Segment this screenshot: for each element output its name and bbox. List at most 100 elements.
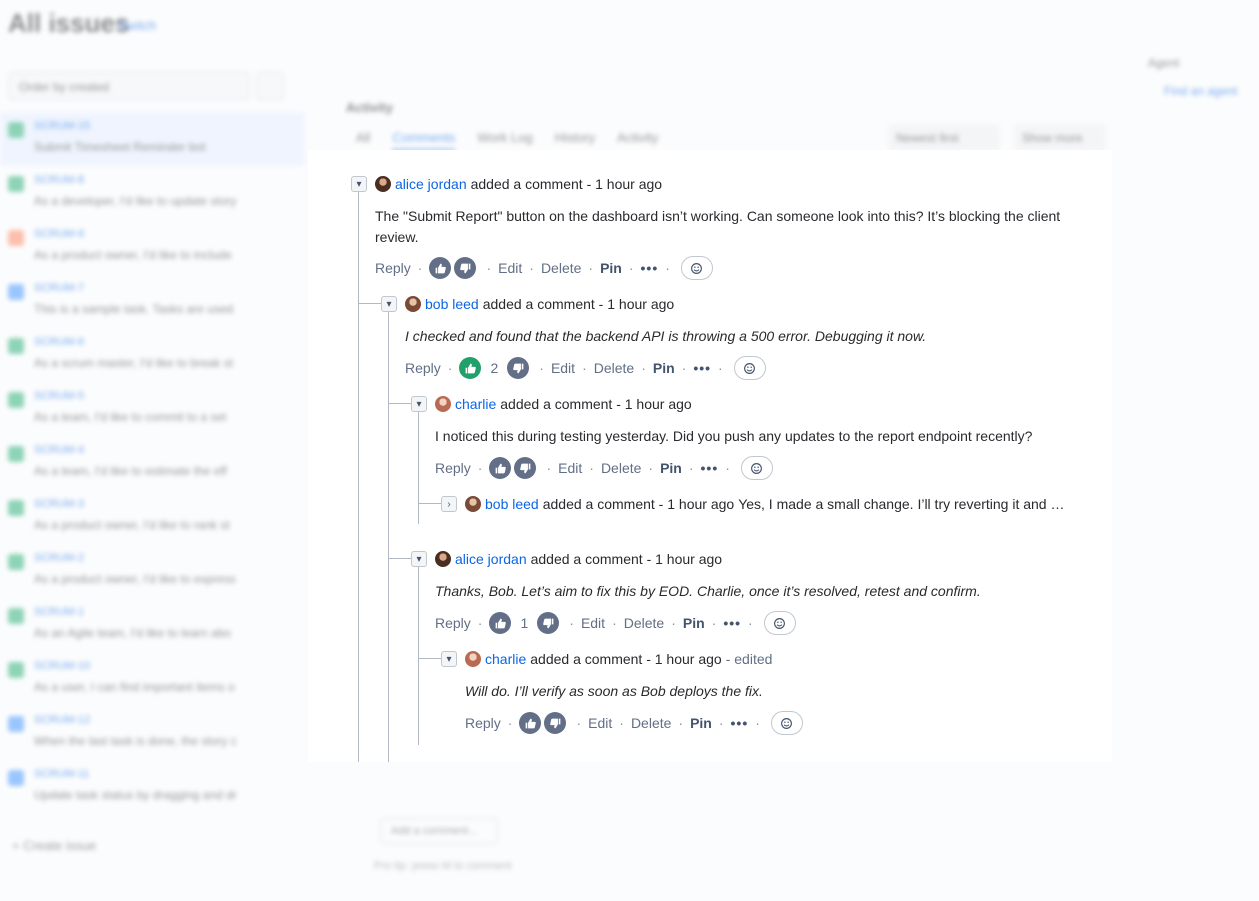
- thumbs-up-icon[interactable]: [489, 457, 512, 479]
- list-item[interactable]: SCRUM-12 When the last task is done, the …: [0, 706, 305, 760]
- edit-button[interactable]: Edit: [588, 715, 612, 731]
- pin-button[interactable]: Pin: [683, 615, 705, 631]
- comment-preview[interactable]: Yes, I made a small change. I’ll try rev…: [738, 496, 1064, 512]
- avatar[interactable]: [375, 176, 391, 192]
- delete-button[interactable]: Delete: [594, 360, 634, 376]
- add-reaction-icon[interactable]: [680, 256, 713, 280]
- thumbs-down-icon[interactable]: [537, 612, 560, 634]
- more-actions-icon[interactable]: •••: [723, 615, 741, 631]
- thumbs-up-icon[interactable]: [519, 712, 542, 734]
- list-item[interactable]: SCRUM-7 This is a sample task. Tasks are …: [0, 274, 305, 328]
- issue-key: SCRUM-5: [34, 390, 85, 402]
- more-actions-icon[interactable]: •••: [641, 260, 659, 276]
- issue-key: SCRUM-3: [34, 498, 85, 510]
- list-item[interactable]: SCRUM-10 As a user, I can find important …: [0, 652, 305, 706]
- list-item[interactable]: SCRUM-1 As an Agile team, I'd like to lea…: [0, 598, 305, 652]
- issue-summary: Submit Timesheet Reminder bot: [34, 140, 206, 154]
- more-actions-icon[interactable]: •••: [731, 715, 749, 731]
- comment-author[interactable]: alice jordan: [395, 176, 467, 192]
- edit-button[interactable]: Edit: [551, 360, 575, 376]
- switch-view-link[interactable]: Switch: [118, 18, 156, 33]
- delete-button[interactable]: Delete: [631, 715, 671, 731]
- create-issue-button[interactable]: + Create issue: [12, 838, 96, 853]
- delete-button[interactable]: Delete: [541, 260, 581, 276]
- list-item[interactable]: SCRUM-15 Submit Timesheet Reminder bot: [0, 112, 305, 166]
- list-item[interactable]: SCRUM-5 As a team, I'd like to commit to …: [0, 382, 305, 436]
- thread-line: [388, 312, 389, 762]
- avatar[interactable]: [435, 551, 451, 567]
- tab-comments[interactable]: Comments: [392, 130, 456, 151]
- thumbs-down-icon[interactable]: [454, 257, 477, 279]
- edit-button[interactable]: Edit: [581, 615, 605, 631]
- separator: ·: [678, 715, 684, 731]
- edit-button[interactable]: Edit: [498, 260, 522, 276]
- reply-button[interactable]: Reply: [465, 715, 501, 731]
- pin-button[interactable]: Pin: [660, 460, 682, 476]
- comment-author[interactable]: bob leed: [425, 296, 479, 312]
- separator: ·: [711, 615, 717, 631]
- add-reaction-icon[interactable]: [763, 611, 796, 635]
- delete-button[interactable]: Delete: [624, 615, 664, 631]
- list-item[interactable]: SCRUM-8 As a developer, I'd like to updat…: [0, 166, 305, 220]
- thumbs-down-icon[interactable]: [507, 357, 530, 379]
- collapse-toggle-icon[interactable]: ▾: [381, 296, 397, 312]
- comment-author[interactable]: charlie: [485, 651, 526, 667]
- comment-author[interactable]: alice jordan: [455, 551, 527, 567]
- delete-button[interactable]: Delete: [601, 460, 641, 476]
- separator: ·: [486, 260, 492, 276]
- list-item[interactable]: SCRUM-9 As a product owner, I'd like to i…: [0, 220, 305, 274]
- page-title: All issues: [8, 8, 130, 38]
- reply-button[interactable]: Reply: [435, 615, 471, 631]
- collapse-toggle-icon[interactable]: ▾: [411, 396, 427, 412]
- more-actions-icon[interactable]: •••: [701, 460, 719, 476]
- list-item[interactable]: SCRUM-11 Update task status by dragging a…: [0, 760, 305, 814]
- add-reaction-icon[interactable]: [733, 356, 766, 380]
- avatar[interactable]: [465, 496, 481, 512]
- issue-type-icon: [8, 662, 24, 678]
- pin-button[interactable]: Pin: [600, 260, 622, 276]
- sort-dropdown[interactable]: Order by created: [8, 72, 250, 100]
- comment-author[interactable]: bob leed: [485, 496, 539, 512]
- comment-author[interactable]: charlie: [455, 396, 496, 412]
- list-item[interactable]: SCRUM-4 As a team, I'd like to estimate t…: [0, 436, 305, 490]
- list-item[interactable]: SCRUM-6 As a scrum master, I'd like to br…: [0, 328, 305, 382]
- tab-history[interactable]: History: [555, 130, 595, 151]
- add-comment-input[interactable]: Add a comment...: [380, 818, 498, 844]
- issue-type-icon: [8, 122, 24, 138]
- thumbs-up-icon[interactable]: [429, 257, 452, 279]
- sort-order-dropdown[interactable]: Newest first: [888, 124, 1000, 152]
- collapse-toggle-icon[interactable]: ▾: [441, 651, 457, 667]
- list-item[interactable]: SCRUM-3 As a product owner, I'd like to r…: [0, 490, 305, 544]
- add-reaction-icon[interactable]: [740, 456, 773, 480]
- tab-all[interactable]: All: [356, 130, 370, 151]
- pin-button[interactable]: Pin: [653, 360, 675, 376]
- thumbs-up-icon[interactable]: [459, 357, 482, 379]
- collapse-toggle-icon[interactable]: ▾: [351, 176, 367, 192]
- more-actions-icon[interactable]: •••: [693, 360, 711, 376]
- expand-toggle-icon[interactable]: ›: [441, 496, 457, 512]
- issue-summary: As a team, I'd like to commit to a set: [34, 410, 227, 424]
- show-more-button[interactable]: Show more: [1014, 124, 1106, 152]
- tab-activity[interactable]: Activity: [617, 130, 658, 151]
- reply-button[interactable]: Reply: [435, 460, 471, 476]
- avatar[interactable]: [435, 396, 451, 412]
- reply-button[interactable]: Reply: [375, 260, 411, 276]
- pin-button[interactable]: Pin: [690, 715, 712, 731]
- edit-button[interactable]: Edit: [558, 460, 582, 476]
- avatar[interactable]: [465, 651, 481, 667]
- find-agent-link[interactable]: Find an agent: [1164, 84, 1237, 98]
- collapse-toggle-icon[interactable]: ▾: [411, 551, 427, 567]
- reply-button[interactable]: Reply: [405, 360, 441, 376]
- comment-actions: Reply · · Edit · Delete · Pin · ••• ·: [375, 256, 713, 280]
- sort-direction-button[interactable]: [256, 72, 284, 100]
- thumbs-up-icon[interactable]: [489, 612, 512, 634]
- separator: ·: [681, 360, 687, 376]
- thumbs-down-icon[interactable]: [514, 457, 537, 479]
- comment-meta: added a comment - 1 hour ago: [530, 551, 723, 567]
- add-reaction-icon[interactable]: [770, 711, 803, 735]
- tab-work-log[interactable]: Work Log: [477, 130, 532, 151]
- thumbs-down-icon[interactable]: [544, 712, 567, 734]
- list-item[interactable]: SCRUM-2 As a product owner, I'd like to e…: [0, 544, 305, 598]
- like-count: 1: [520, 615, 529, 631]
- avatar[interactable]: [405, 296, 421, 312]
